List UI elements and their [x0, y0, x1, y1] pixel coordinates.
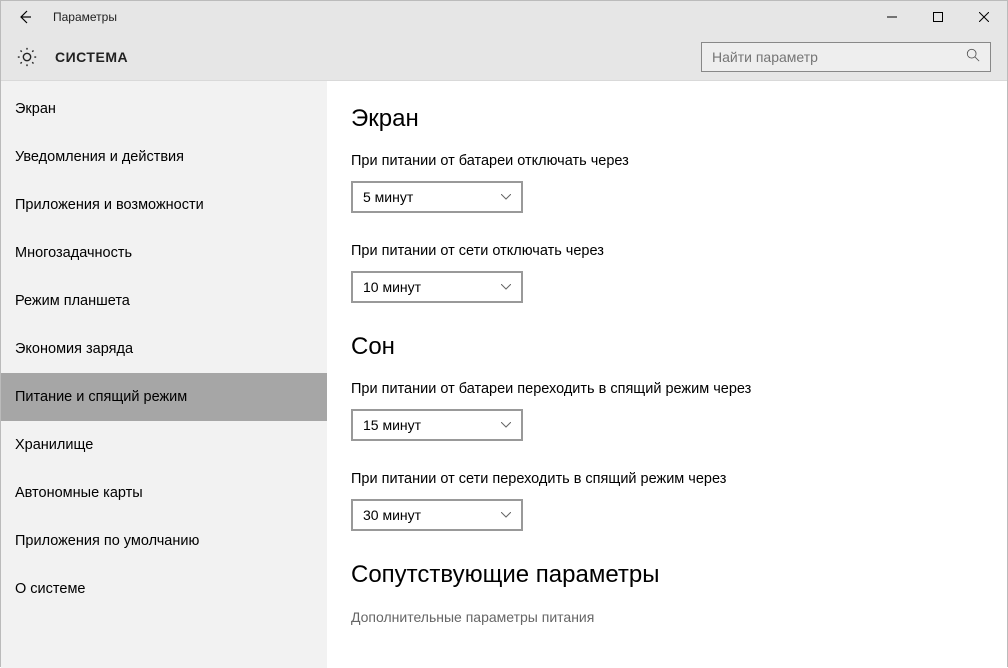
maximize-button[interactable] [915, 1, 961, 33]
select-screen-battery[interactable]: 5 минут [351, 181, 523, 213]
chevron-down-icon [501, 419, 511, 431]
select-sleep-plugged[interactable]: 30 минут [351, 499, 523, 531]
label-sleep-plugged: При питании от сети переходить в спящий … [351, 471, 1007, 487]
arrow-left-icon [17, 9, 33, 25]
sidebar-item-storage[interactable]: Хранилище [1, 421, 327, 469]
sidebar-item-label: Экран [15, 101, 56, 117]
heading-sleep: Сон [351, 333, 1007, 361]
main-panel: Экран При питании от батареи отключать ч… [327, 81, 1007, 668]
sidebar-item-label: О системе [15, 581, 85, 597]
search-input[interactable] [712, 49, 966, 65]
sidebar-item-notifications[interactable]: Уведомления и действия [1, 133, 327, 181]
chevron-down-icon [501, 191, 511, 203]
label-screen-plugged: При питании от сети отключать через [351, 243, 1007, 259]
chevron-down-icon [501, 509, 511, 521]
sidebar-item-label: Многозадачность [15, 245, 132, 261]
heading-screen: Экран [351, 105, 1007, 133]
sidebar-item-label: Хранилище [15, 437, 93, 453]
sidebar-item-tablet-mode[interactable]: Режим планшета [1, 277, 327, 325]
minimize-button[interactable] [869, 1, 915, 33]
content: Экран Уведомления и действия Приложения … [1, 81, 1007, 668]
sidebar-item-label: Экономия заряда [15, 341, 133, 357]
back-button[interactable] [9, 1, 41, 33]
window-title: Параметры [53, 10, 117, 24]
close-button[interactable] [961, 1, 1007, 33]
chevron-down-icon [501, 281, 511, 293]
gear-icon [15, 45, 39, 69]
close-icon [979, 12, 989, 22]
sidebar-item-label: Приложения и возможности [15, 197, 204, 213]
select-screen-plugged[interactable]: 10 минут [351, 271, 523, 303]
sidebar-item-label: Уведомления и действия [15, 149, 184, 165]
sidebar-item-apps-features[interactable]: Приложения и возможности [1, 181, 327, 229]
select-value: 10 минут [363, 279, 511, 295]
select-value: 15 минут [363, 417, 511, 433]
sidebar-item-offline-maps[interactable]: Автономные карты [1, 469, 327, 517]
sidebar-item-power-sleep[interactable]: Питание и спящий режим [1, 373, 327, 421]
search-box[interactable] [701, 42, 991, 72]
sidebar-item-multitasking[interactable]: Многозадачность [1, 229, 327, 277]
section-title: СИСТЕМА [55, 49, 128, 65]
minimize-icon [887, 12, 897, 22]
label-screen-battery: При питании от батареи отключать через [351, 153, 1007, 169]
heading-related: Сопутствующие параметры [351, 561, 1007, 589]
select-value: 5 минут [363, 189, 511, 205]
sidebar-item-default-apps[interactable]: Приложения по умолчанию [1, 517, 327, 565]
search-icon [966, 48, 980, 65]
maximize-icon [933, 12, 943, 22]
select-sleep-battery[interactable]: 15 минут [351, 409, 523, 441]
window-controls [869, 1, 1007, 33]
sidebar-item-battery-saver[interactable]: Экономия заряда [1, 325, 327, 373]
search-wrap [701, 42, 991, 72]
sidebar-item-label: Автономные карты [15, 485, 143, 501]
titlebar: Параметры [1, 1, 1007, 33]
sidebar-item-about[interactable]: О системе [1, 565, 327, 613]
select-value: 30 минут [363, 507, 511, 523]
headerbar: СИСТЕМА [1, 33, 1007, 81]
label-sleep-battery: При питании от батареи переходить в спящ… [351, 381, 1007, 397]
sidebar: Экран Уведомления и действия Приложения … [1, 81, 327, 668]
link-additional-power[interactable]: Дополнительные параметры питания [351, 609, 1007, 625]
sidebar-item-label: Питание и спящий режим [15, 389, 187, 405]
sidebar-item-label: Режим планшета [15, 293, 130, 309]
sidebar-item-display[interactable]: Экран [1, 85, 327, 133]
sidebar-item-label: Приложения по умолчанию [15, 533, 199, 549]
